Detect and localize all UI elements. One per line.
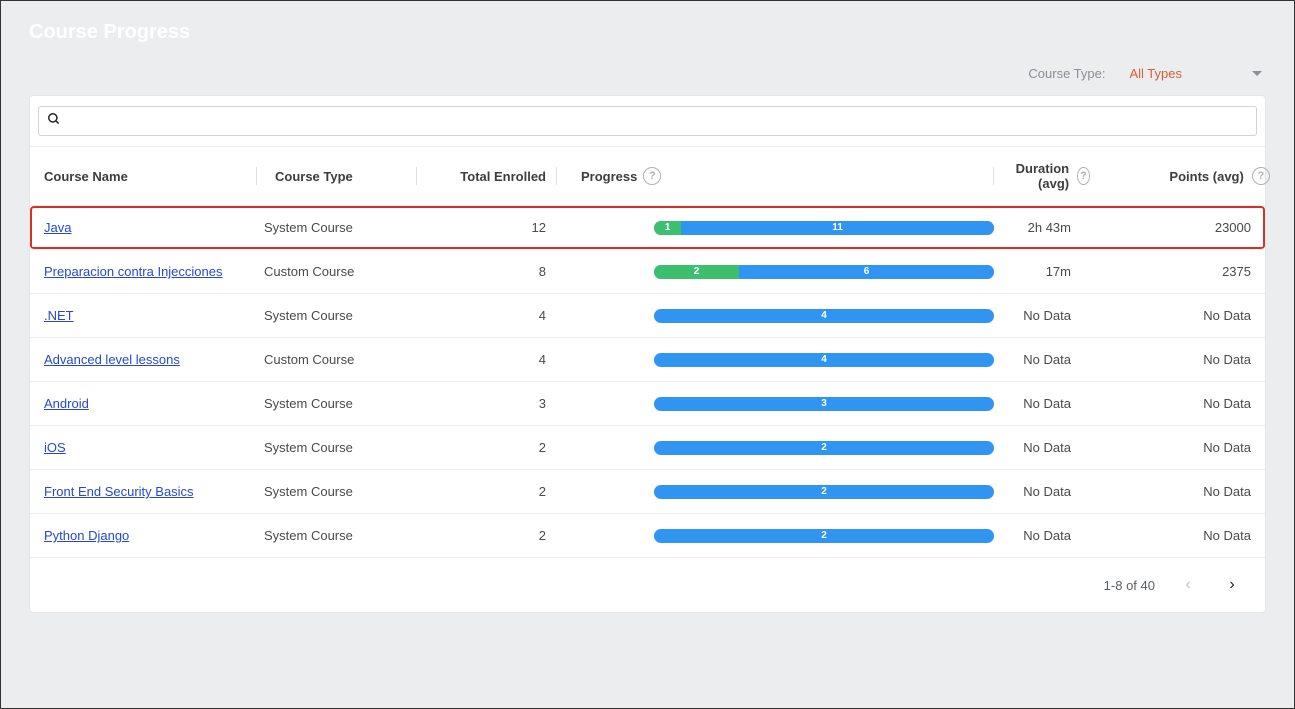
divider — [993, 167, 994, 185]
duration-cell: No Data — [994, 528, 1081, 543]
course-name-link[interactable]: Front End Security Basics — [44, 484, 194, 499]
total-enrolled-cell: 8 — [424, 264, 564, 279]
course-type-cell: System Course — [264, 484, 424, 499]
course-type-cell: System Course — [264, 308, 424, 323]
chevron-left-icon: ‹ — [1185, 577, 1190, 593]
table-row: Android System Course 3 3 No Data No Dat… — [30, 382, 1265, 426]
progress-bar: 3 — [654, 397, 994, 411]
col-header-type[interactable]: Course Type — [275, 169, 353, 184]
progress-inprogress-segment: 3 — [654, 397, 994, 411]
page-title: Course Progress — [1, 1, 1294, 66]
progress-inprogress-segment: 2 — [654, 529, 994, 543]
progress-inprogress-segment: 2 — [654, 485, 994, 499]
table-row: Preparacion contra Injecciones Custom Co… — [30, 250, 1265, 294]
course-name-link[interactable]: Advanced level lessons — [44, 352, 180, 367]
course-type-cell: Custom Course — [264, 352, 424, 367]
points-cell: No Data — [1081, 528, 1251, 543]
table-row: Java System Course 12 1 11 2h 43m 23000 — [30, 206, 1265, 250]
duration-cell: 17m — [994, 264, 1081, 279]
col-header-points[interactable]: Points (avg) — [1169, 169, 1243, 184]
progress-complete-segment: 1 — [654, 221, 681, 235]
progress-inprogress-segment: 4 — [654, 353, 994, 367]
course-type-cell: System Course — [264, 220, 424, 235]
progress-bar: 4 — [654, 353, 994, 367]
course-name-link[interactable]: iOS — [44, 440, 66, 455]
duration-cell: No Data — [994, 352, 1081, 367]
course-name-link[interactable]: Java — [44, 220, 71, 235]
pagination-text: 1-8 of 40 — [1104, 578, 1155, 593]
help-icon[interactable]: ? — [1077, 167, 1090, 185]
course-type-cell: System Course — [264, 528, 424, 543]
course-type-filter[interactable]: All Types — [1129, 66, 1182, 81]
points-cell: No Data — [1081, 352, 1251, 367]
course-name-link[interactable]: Python Django — [44, 528, 129, 543]
duration-cell: No Data — [994, 440, 1081, 455]
points-cell: No Data — [1081, 308, 1251, 323]
table-header: Course Name Course Type Total Enrolled P… — [30, 146, 1265, 206]
total-enrolled-cell: 2 — [424, 440, 564, 455]
progress-bar: 2 — [654, 485, 994, 499]
total-enrolled-cell: 12 — [424, 220, 564, 235]
search-input-wrap[interactable] — [38, 106, 1257, 136]
progress-inprogress-segment: 11 — [681, 221, 994, 235]
table-card: Course Name Course Type Total Enrolled P… — [29, 95, 1266, 613]
help-icon[interactable]: ? — [1252, 167, 1270, 185]
course-type-cell: Custom Course — [264, 264, 424, 279]
total-enrolled-cell: 2 — [424, 528, 564, 543]
course-type-cell: System Course — [264, 396, 424, 411]
progress-bar: 1 11 — [654, 221, 994, 235]
progress-inprogress-segment: 2 — [654, 441, 994, 455]
points-cell: No Data — [1081, 396, 1251, 411]
chevron-right-icon: › — [1229, 577, 1234, 593]
chevron-down-icon[interactable] — [1252, 71, 1262, 76]
total-enrolled-cell: 4 — [424, 352, 564, 367]
next-page-button[interactable]: › — [1221, 574, 1243, 596]
points-cell: 2375 — [1081, 264, 1251, 279]
duration-cell: No Data — [994, 396, 1081, 411]
progress-inprogress-segment: 4 — [654, 309, 994, 323]
points-cell: 23000 — [1081, 220, 1251, 235]
total-enrolled-cell: 4 — [424, 308, 564, 323]
search-input[interactable] — [67, 113, 1248, 130]
pagination: 1-8 of 40 ‹ › — [30, 558, 1265, 612]
table-row: Python Django System Course 2 2 No Data … — [30, 514, 1265, 558]
table-row: .NET System Course 4 4 No Data No Data — [30, 294, 1265, 338]
course-name-link[interactable]: .NET — [44, 308, 74, 323]
search-icon — [47, 112, 61, 131]
points-cell: No Data — [1081, 440, 1251, 455]
divider — [556, 167, 557, 185]
col-header-duration[interactable]: Duration (avg) — [1010, 161, 1069, 191]
divider — [256, 167, 257, 185]
duration-cell: 2h 43m — [994, 220, 1081, 235]
divider — [416, 167, 417, 185]
duration-cell: No Data — [994, 308, 1081, 323]
prev-page-button[interactable]: ‹ — [1177, 574, 1199, 596]
progress-bar: 4 — [654, 309, 994, 323]
points-cell: No Data — [1081, 484, 1251, 499]
progress-bar: 2 — [654, 529, 994, 543]
progress-inprogress-segment: 6 — [739, 265, 994, 279]
col-header-enrolled[interactable]: Total Enrolled — [460, 169, 546, 184]
table-row: Front End Security Basics System Course … — [30, 470, 1265, 514]
duration-cell: No Data — [994, 484, 1081, 499]
progress-bar: 2 6 — [654, 265, 994, 279]
progress-bar: 2 — [654, 441, 994, 455]
table-row: iOS System Course 2 2 No Data No Data — [30, 426, 1265, 470]
filter-bar: Course Type: All Types — [1, 66, 1294, 95]
col-header-progress[interactable]: Progress — [581, 169, 637, 184]
courses-table: Course Name Course Type Total Enrolled P… — [30, 146, 1265, 558]
total-enrolled-cell: 3 — [424, 396, 564, 411]
help-icon[interactable]: ? — [643, 167, 661, 185]
course-name-link[interactable]: Preparacion contra Injecciones — [44, 264, 223, 279]
filter-label: Course Type: — [1028, 66, 1105, 81]
progress-complete-segment: 2 — [654, 265, 739, 279]
course-name-link[interactable]: Android — [44, 396, 89, 411]
table-row: Advanced level lessons Custom Course 4 4… — [30, 338, 1265, 382]
course-type-cell: System Course — [264, 440, 424, 455]
total-enrolled-cell: 2 — [424, 484, 564, 499]
col-header-name[interactable]: Course Name — [44, 169, 264, 184]
